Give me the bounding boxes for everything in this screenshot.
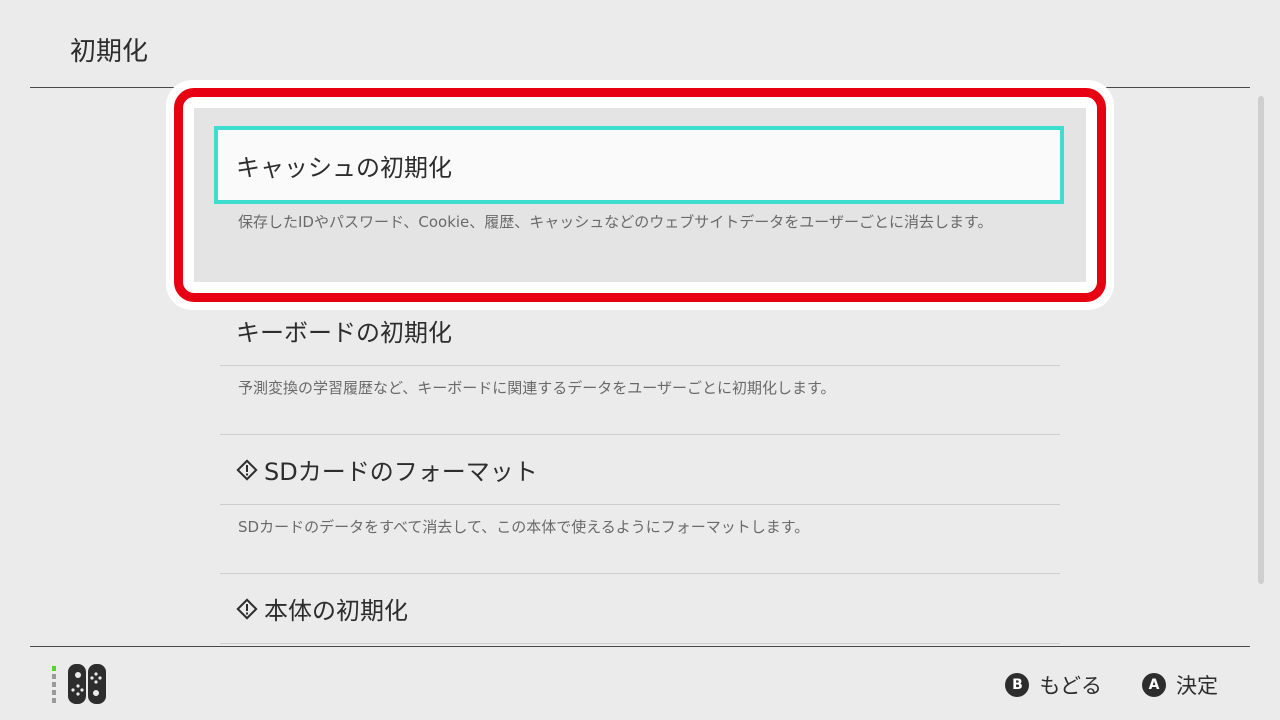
warning-icon [236,597,258,620]
menu-item-description: 予測変換の学習履歴など、キーボードに関連するデータをユーザーごとに初期化します。 [238,379,836,397]
confirm-button[interactable]: A 決定 [1142,670,1218,700]
footer-actions: B もどる A 決定 [965,670,1218,700]
confirm-label: 決定 [1176,674,1218,698]
b-button-icon: B [1005,673,1030,697]
menu-item-cache-reset[interactable]: キャッシュの初期化 [214,126,1064,204]
a-button-icon: A [1142,673,1166,697]
back-button[interactable]: B もどる [1005,670,1102,700]
menu-item-title-row: 本体の初期化 [220,574,1060,644]
footer-divider [30,646,1250,647]
menu-item-title-row: SDカードのフォーマット [220,435,1060,505]
menu-item-sd-format[interactable]: SDカードのフォーマット SDカードのデータをすべて消去して、この本体で使えるよ… [220,435,1060,540]
back-label: もどる [1039,674,1102,698]
warning-icon [236,458,258,481]
menu-item-keyboard-reset[interactable]: キーボードの初期化 予測変換の学習履歴など、キーボードに関連するデータをユーザー… [220,296,1060,401]
page-title: 初期化 [70,37,149,67]
joy-con-icon [52,664,112,704]
menu-item-system-reset[interactable]: 本体の初期化 [220,574,1060,644]
menu-item-label: キーボードの初期化 [236,319,452,347]
menu-item-label: 本体の初期化 [264,597,408,625]
menu-item-label: キャッシュの初期化 [236,153,452,182]
menu-item-description: 保存したIDやパスワード、Cookie、履歴、キャッシュなどのウェブサイトデータ… [238,213,993,231]
scrollbar[interactable] [1258,96,1264,584]
menu-item-description: SDカードのデータをすべて消去して、この本体で使えるようにフォーマットします。 [238,518,810,536]
menu-item-label: SDカードのフォーマット [264,458,538,486]
